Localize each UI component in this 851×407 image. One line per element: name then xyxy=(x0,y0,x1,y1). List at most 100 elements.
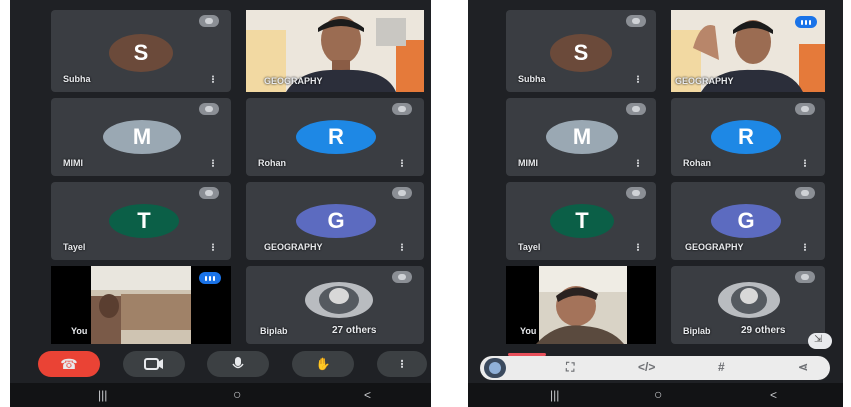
more-vert-icon[interactable]: ⁝ xyxy=(211,158,215,170)
back-icon[interactable]: < xyxy=(364,388,371,402)
mic-icon xyxy=(232,357,244,369)
participant-tile-subha[interactable]: S Subha ⁝ xyxy=(506,10,656,92)
collapse-toggle-button[interactable]: ⇲ xyxy=(808,333,832,349)
muted-mic-icon xyxy=(199,187,219,199)
screenshot-icon[interactable]: ⛶ xyxy=(566,360,574,375)
participant-name: Subha xyxy=(518,74,546,84)
participant-name: Biplab xyxy=(260,326,288,336)
more-vert-icon[interactable]: ⁝ xyxy=(400,158,404,170)
participant-name: MIMI xyxy=(518,158,538,168)
recorder-avatar-icon xyxy=(489,362,501,374)
more-vert-icon[interactable]: ⁝ xyxy=(636,158,640,170)
participant-tile-rohan[interactable]: R Rohan ⁝ xyxy=(246,98,424,176)
self-video-tile[interactable]: You xyxy=(51,266,231,344)
camera-toggle-button[interactable] xyxy=(123,351,185,377)
more-vert-icon[interactable]: ⁝ xyxy=(211,74,215,86)
participant-tile-geography[interactable]: G GEOGRAPHY ⁝ xyxy=(671,182,825,260)
participant-name: Subha xyxy=(63,74,91,84)
others-count: 27 others xyxy=(332,325,377,336)
muted-mic-icon xyxy=(795,103,815,115)
more-vert-icon[interactable]: ⁝ xyxy=(400,242,404,254)
avatar: T xyxy=(109,204,179,238)
avatar: S xyxy=(109,34,173,72)
avatar: G xyxy=(296,204,376,238)
muted-mic-icon xyxy=(626,103,646,115)
more-vert-icon[interactable]: ⁝ xyxy=(211,242,215,254)
more-vert-icon[interactable]: ⁝ xyxy=(636,242,640,254)
participant-tile-mimi[interactable]: M MIMI ⁝ xyxy=(51,98,231,176)
muted-mic-icon xyxy=(199,103,219,115)
video-camera-icon xyxy=(144,358,163,370)
participant-name: Tayel xyxy=(518,242,541,252)
end-call-button[interactable]: ☎ xyxy=(38,351,100,377)
recents-icon[interactable]: ||| xyxy=(98,388,107,402)
participant-name: Rohan xyxy=(258,158,286,168)
muted-mic-icon xyxy=(795,187,815,199)
others-count: 29 others xyxy=(741,325,786,336)
muted-mic-icon xyxy=(626,15,646,27)
recording-progress xyxy=(508,353,546,356)
participant-name: You xyxy=(71,326,88,336)
android-nav-bar: ||| ○ < xyxy=(468,383,843,407)
others-tile[interactable]: Biplab 29 others xyxy=(671,266,825,344)
home-icon[interactable]: ○ xyxy=(233,386,241,402)
phone-hangup-icon: ☎ xyxy=(60,355,78,372)
android-nav-bar: ||| ○ < xyxy=(10,383,431,407)
raise-hand-button[interactable]: ✋ xyxy=(292,351,354,377)
home-icon[interactable]: ○ xyxy=(654,386,662,402)
avatar: S xyxy=(550,34,612,72)
muted-mic-icon xyxy=(392,187,412,199)
muted-mic-icon xyxy=(626,187,646,199)
speaking-indicator-icon xyxy=(795,16,817,28)
muted-mic-icon xyxy=(392,103,412,115)
avatar: G xyxy=(711,204,781,238)
more-vert-icon[interactable]: ⁝ xyxy=(636,74,640,86)
hashtag-icon[interactable]: # xyxy=(718,360,725,374)
muted-mic-icon xyxy=(392,271,412,283)
more-vert-icon: ⁝ xyxy=(400,357,404,371)
screen-recorder-bar: ⛶ </> # ⋖ xyxy=(480,353,830,380)
participant-tile-geography[interactable]: G GEOGRAPHY ⁝ xyxy=(246,182,424,260)
avatar: R xyxy=(711,120,781,154)
participant-name: Rohan xyxy=(683,158,711,168)
video-tile-geography-top[interactable]: GEOGRAPHY xyxy=(246,10,424,92)
muted-mic-icon xyxy=(795,271,815,283)
participant-tile-subha[interactable]: S Subha ⁝ xyxy=(51,10,231,92)
others-avatar xyxy=(718,282,780,318)
back-icon[interactable]: < xyxy=(770,388,777,402)
avatar: M xyxy=(103,120,181,154)
meeting-screen-left: S Subha ⁝ GEOGRAPHY M MIMI ⁝ R Rohan ⁝ T xyxy=(10,0,431,407)
participant-name: MIMI xyxy=(63,158,83,168)
recorder-avatar-button[interactable] xyxy=(484,358,506,378)
more-vert-icon[interactable]: ⁝ xyxy=(803,242,807,254)
participant-tile-tayel[interactable]: T Tayel ⁝ xyxy=(51,182,231,260)
collapse-icon: ⇲ xyxy=(814,334,823,345)
participant-tile-rohan[interactable]: R Rohan ⁝ xyxy=(671,98,825,176)
participant-name: GEOGRAPHY xyxy=(685,242,744,252)
others-avatar xyxy=(305,282,373,318)
participant-name: Tayel xyxy=(63,242,86,252)
hand-icon: ✋ xyxy=(315,357,331,371)
more-options-button[interactable]: ⁝ xyxy=(377,351,427,377)
recents-icon[interactable]: ||| xyxy=(550,388,559,402)
participant-name: GEOGRAPHY xyxy=(675,76,734,86)
mic-toggle-button[interactable] xyxy=(207,351,269,377)
video-tile-geography-top[interactable]: GEOGRAPHY xyxy=(671,10,825,92)
avatar: M xyxy=(546,120,618,154)
code-icon[interactable]: </> xyxy=(638,360,655,374)
participant-name: You xyxy=(520,326,537,336)
avatar: R xyxy=(296,120,376,154)
speaking-indicator-icon xyxy=(199,272,221,284)
share-icon[interactable]: ⋖ xyxy=(798,360,808,374)
participant-tile-mimi[interactable]: M MIMI ⁝ xyxy=(506,98,656,176)
others-tile[interactable]: Biplab 27 others xyxy=(246,266,424,344)
more-vert-icon[interactable]: ⁝ xyxy=(803,158,807,170)
self-video-tile[interactable]: You xyxy=(506,266,656,344)
muted-mic-icon xyxy=(199,15,219,27)
participant-tile-tayel[interactable]: T Tayel ⁝ xyxy=(506,182,656,260)
participant-name: GEOGRAPHY xyxy=(264,242,323,252)
participant-name: GEOGRAPHY xyxy=(264,76,323,86)
avatar: T xyxy=(550,204,614,238)
participant-name: Biplab xyxy=(683,326,711,336)
meeting-screen-right: S Subha ⁝ GEOGRAPHY M MIMI ⁝ R Rohan ⁝ T… xyxy=(468,0,843,407)
